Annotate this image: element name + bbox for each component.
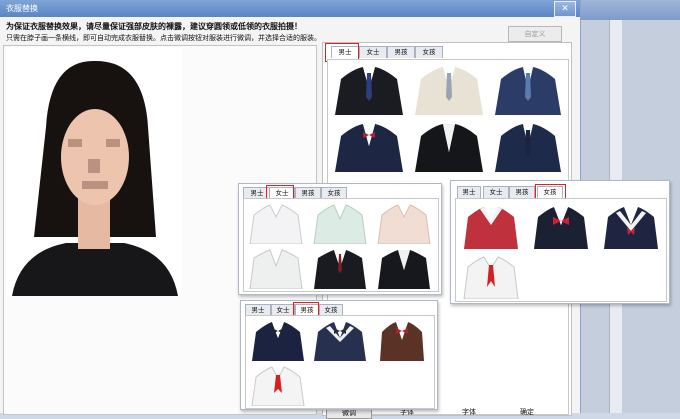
women-clothes-panel: 男士 女士 男孩 女孩 [238, 183, 442, 295]
girl-navy-bow-item[interactable] [528, 201, 594, 249]
boy-navy-suit-item[interactable] [248, 318, 308, 361]
hint-text: 只需在脖子画一条横线，即可自动完成衣服替换。点击微调按钮对服装进行微调，并选择合… [6, 34, 321, 42]
jacket-white-item[interactable] [246, 246, 307, 289]
blouse-mint-item[interactable] [310, 201, 371, 244]
portrait-image [6, 47, 182, 296]
suit-black-tie-item[interactable] [310, 246, 371, 289]
title-bar: 衣服替换 ✕ [0, 0, 580, 17]
suit-black-open-item[interactable] [411, 118, 487, 172]
tab-girls[interactable]: 女孩 [415, 46, 443, 58]
boys-clothes-grid [245, 315, 435, 409]
suit-blue-item[interactable] [491, 63, 565, 115]
boy-sailor-item[interactable] [310, 318, 370, 361]
status-label-2: 字体 [462, 408, 476, 416]
girls-clothes-grid [455, 198, 667, 302]
custom-button[interactable]: 自定义 [508, 26, 562, 42]
portrait-photo[interactable] [6, 47, 182, 296]
tab-women[interactable]: 女士 [483, 186, 509, 198]
tab-men[interactable]: 男士 [457, 186, 481, 198]
tab-boys[interactable]: 男孩 [509, 186, 535, 198]
suit-beige-item[interactable] [411, 63, 487, 115]
tab-boys[interactable]: 男孩 [387, 46, 415, 58]
girl-red-vest-item[interactable] [458, 201, 524, 249]
suit-navy-bowtie-item[interactable] [331, 118, 407, 172]
women-clothes-grid [243, 198, 439, 292]
boy-white-shirt-item[interactable] [248, 363, 308, 406]
close-button[interactable]: ✕ [554, 1, 576, 17]
blouse-pink-item[interactable] [374, 201, 435, 244]
girl-white-shirt-item[interactable] [458, 251, 524, 299]
window-title: 衣服替换 [6, 4, 38, 13]
tab-women[interactable]: 女士 [359, 46, 387, 58]
blouse-white-item[interactable] [246, 201, 307, 244]
background-window-bar [581, 0, 680, 20]
boy-plaid-vest-item[interactable] [372, 318, 432, 361]
status-label-3: 确定 [520, 408, 534, 416]
girl-sailor-item[interactable] [598, 201, 664, 249]
suit-navy-tie-item[interactable] [491, 118, 565, 172]
warning-text: 为保证衣服替换效果，请尽量保证强部皮肤的裸露，建议穿圆领或低领的衣服拍摄！ [6, 22, 302, 31]
suit-black-item[interactable] [331, 63, 407, 115]
boys-clothes-panel: 男士 女士 男孩 女孩 [240, 300, 438, 410]
girls-clothes-panel: 男士 女士 男孩 女孩 [450, 180, 670, 304]
suit-black-item[interactable] [374, 246, 435, 289]
